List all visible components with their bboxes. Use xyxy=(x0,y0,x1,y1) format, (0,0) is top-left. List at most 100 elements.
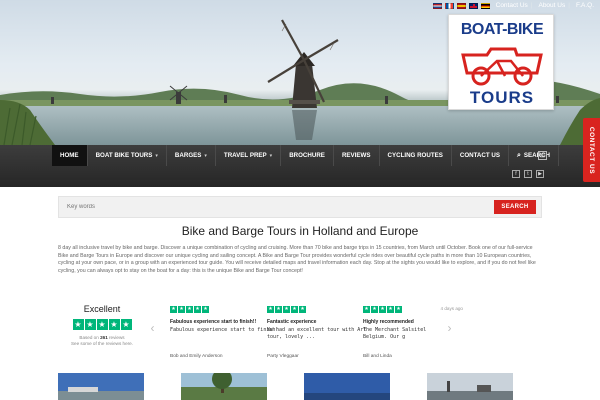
nav-label: CONTACT US xyxy=(459,152,500,159)
search-input[interactable] xyxy=(64,200,494,214)
top-links-bar: Contact Us | About Us | F.A.Q. xyxy=(432,2,594,9)
chevron-down-icon: ▾ xyxy=(269,152,273,159)
logo-text-bottom: TOURS xyxy=(469,88,535,107)
review-stars: ★ ★ ★ ★ ★ xyxy=(267,306,306,313)
review-stars: ★ ★ ★ ★ ★ xyxy=(170,306,209,313)
review-card[interactable]: ★ ★ ★ ★ ★ Fantastic experience We had an… xyxy=(267,306,367,366)
star-icon: ★ xyxy=(178,306,185,313)
tour-photo[interactable] xyxy=(304,373,390,400)
tour-photo[interactable] xyxy=(181,373,267,400)
search-bar: SEARCH xyxy=(58,196,542,218)
review-author: Party Vleggaar xyxy=(267,354,299,359)
star-icon: ★ xyxy=(186,306,193,313)
review-author: Bob and Emily Anderson xyxy=(170,354,223,359)
review-text: We had an excellent tour with Art tour, … xyxy=(267,327,367,340)
flag-germany-icon[interactable] xyxy=(480,2,490,9)
nav-menu: HOME BOAT BIKE TOURS ▾ BARGES ▾ TRAVEL P… xyxy=(52,145,560,166)
star-icon: ★ xyxy=(363,306,370,313)
youtube-icon[interactable]: ▶ xyxy=(536,170,544,178)
nav-label: TRAVEL PREP xyxy=(223,152,267,159)
nav-item-contact-us[interactable]: CONTACT US xyxy=(452,145,509,166)
logo-text-top: BOAT-BIKE xyxy=(460,21,544,38)
review-date: 4 days ago xyxy=(440,306,463,311)
contact-us-side-tab[interactable]: CONTACT US xyxy=(583,118,600,182)
page-title: Bike and Barge Tours in Holland and Euro… xyxy=(181,224,419,238)
facebook-icon[interactable]: f xyxy=(512,170,520,178)
nav-label: BROCHURE xyxy=(289,152,325,159)
hero-banner: Contact Us | About Us | F.A.Q. BOAT-BIKE… xyxy=(0,0,600,145)
reviews-widget: Excellent ★ ★ ★ ★ ★ Based on 261 reviews… xyxy=(58,302,544,370)
chevron-down-icon: ▾ xyxy=(204,152,207,159)
nav-item-home[interactable]: HOME xyxy=(52,145,88,166)
carousel-prev-icon[interactable]: ‹ xyxy=(148,321,157,335)
about-us-link[interactable]: About Us xyxy=(538,2,565,9)
flag-netherlands-icon[interactable] xyxy=(432,2,442,9)
separator: | xyxy=(530,2,533,9)
review-count-text: Based on 261 reviews See some of the rev… xyxy=(58,335,146,347)
nav-item-barges[interactable]: BARGES ▾ xyxy=(167,145,216,166)
star-icon: ★ xyxy=(84,319,96,330)
star-icon: ★ xyxy=(299,306,306,313)
tour-photo[interactable] xyxy=(58,373,144,400)
star-icon: ★ xyxy=(395,306,402,313)
star-icon: ★ xyxy=(291,306,298,313)
review-count: 261 xyxy=(100,335,108,340)
contact-us-link[interactable]: Contact Us xyxy=(496,2,528,9)
flag-uk-icon[interactable] xyxy=(468,2,478,9)
main-navigation: HOME BOAT BIKE TOURS ▾ BARGES ▾ TRAVEL P… xyxy=(0,145,600,187)
intro-paragraph: 8 day all inclusive travel by bike and b… xyxy=(58,245,536,274)
based-on-label: Based on xyxy=(79,335,99,340)
nav-item-brochure[interactable]: BROCHURE xyxy=(281,145,334,166)
star-icon: ★ xyxy=(379,306,386,313)
tour-photo[interactable] xyxy=(427,373,513,400)
review-title: Fabulous experience start to finish!! xyxy=(170,319,257,325)
review-title: Fantastic experience xyxy=(267,319,317,325)
nav-item-travel-prep[interactable]: TRAVEL PREP ▾ xyxy=(216,145,282,166)
nav-label: HOME xyxy=(60,152,79,159)
review-author: Bill and Linda xyxy=(363,354,392,359)
review-count-suffix: reviews xyxy=(109,335,125,340)
star-icon: ★ xyxy=(194,306,201,313)
nav-item-search[interactable]: ⌕ SEARCH xyxy=(509,145,560,166)
chevron-down-icon: ▾ xyxy=(155,152,158,159)
search-icon: ⌕ xyxy=(516,151,521,159)
search-button[interactable]: SEARCH xyxy=(494,200,536,214)
review-card[interactable]: ★ ★ ★ ★ ★ 4 days ago Highly recommended … xyxy=(363,306,463,366)
menu-toggle-icon[interactable]: ▤ xyxy=(538,151,547,160)
star-icon: ★ xyxy=(120,319,132,330)
twitter-icon[interactable]: t xyxy=(524,170,532,178)
review-stars: ★ ★ ★ ★ ★ xyxy=(363,306,402,313)
star-icon: ★ xyxy=(283,306,290,313)
star-icon: ★ xyxy=(170,306,177,313)
separator: | xyxy=(568,2,570,9)
star-icon: ★ xyxy=(267,306,274,313)
nav-item-cycling-routes[interactable]: CYCLING ROUTES xyxy=(380,145,452,166)
nav-label: BOAT BIKE TOURS xyxy=(95,152,153,159)
review-title: Highly recommended xyxy=(363,319,414,325)
rating-summary[interactable]: Excellent ★ ★ ★ ★ ★ Based on 261 reviews… xyxy=(58,304,146,347)
star-icon: ★ xyxy=(72,319,84,330)
review-text: The Merchant Salsitel Belgium. Our g xyxy=(363,327,427,340)
flag-spain-icon[interactable] xyxy=(456,2,466,9)
faq-link[interactable]: F.A.Q. xyxy=(576,2,594,9)
review-card[interactable]: ★ ★ ★ ★ ★ Fabulous experience start to f… xyxy=(170,306,278,366)
star-icon: ★ xyxy=(202,306,209,313)
social-links: f t ▶ xyxy=(512,170,544,178)
nav-item-reviews[interactable]: REVIEWS xyxy=(334,145,380,166)
site-logo[interactable]: BOAT-BIKE TOURS xyxy=(448,14,554,110)
nav-label: CYCLING ROUTES xyxy=(387,152,443,159)
star-icon: ★ xyxy=(275,306,282,313)
flag-france-icon[interactable] xyxy=(444,2,454,9)
review-text: Fabulous experience start to finish! xyxy=(170,327,279,333)
contact-tab-label: CONTACT US xyxy=(588,126,596,174)
star-icon: ★ xyxy=(371,306,378,313)
rating-stars: ★ ★ ★ ★ ★ xyxy=(72,319,132,330)
nav-item-boat-bike-tours[interactable]: BOAT BIKE TOURS ▾ xyxy=(88,145,167,166)
nav-label: REVIEWS xyxy=(341,152,371,159)
star-icon: ★ xyxy=(387,306,394,313)
star-icon: ★ xyxy=(96,319,108,330)
see-reviews-link[interactable]: See some of the reviews here. xyxy=(71,341,133,346)
boat-bike-logo-icon xyxy=(461,47,543,86)
star-icon: ★ xyxy=(108,319,120,330)
nav-label: BARGES xyxy=(174,152,202,159)
